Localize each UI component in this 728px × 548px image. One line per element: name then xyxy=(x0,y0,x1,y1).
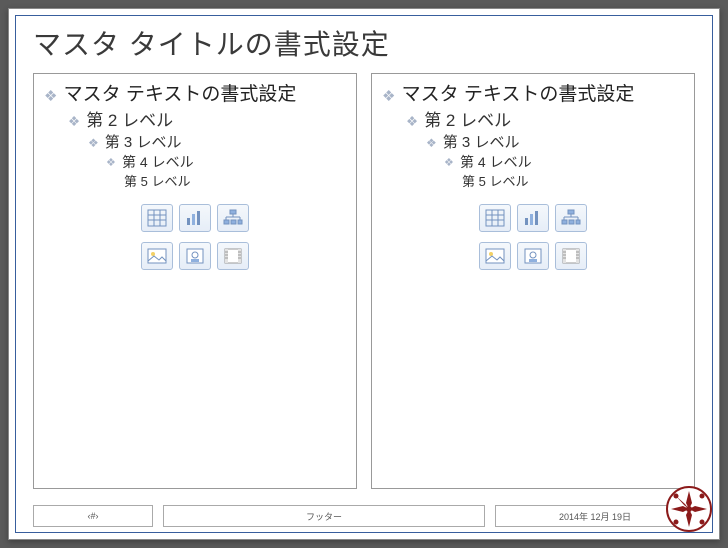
bullet-level-4: ❖ 第 4 レベル xyxy=(444,153,690,173)
insert-smartart-icon[interactable] xyxy=(555,204,587,232)
decorative-seal-icon xyxy=(665,485,713,533)
content-row: ❖ マスタ テキストの書式設定 ❖ 第 2 レベル ❖ 第 3 レベル ❖ 第 4 レベ… xyxy=(33,73,695,489)
insert-chart-icon[interactable] xyxy=(517,204,549,232)
level5-text: 第 5 レベル xyxy=(124,173,190,191)
insert-smartart-icon[interactable] xyxy=(217,204,249,232)
insert-media-icon[interactable] xyxy=(555,242,587,270)
insert-clipart-icon[interactable] xyxy=(179,242,211,270)
content-placeholder-left[interactable]: ❖ マスタ テキストの書式設定 ❖ 第 2 レベル ❖ 第 3 レベル ❖ 第 4 レベ… xyxy=(33,73,357,489)
level2-text: 第 2 レベル xyxy=(424,109,511,133)
content-insert-icons xyxy=(141,204,249,270)
level3-text: 第 3 レベル xyxy=(105,132,182,153)
insert-chart-icon[interactable] xyxy=(179,204,211,232)
content-insert-icons xyxy=(479,204,587,270)
content-placeholder-right[interactable]: ❖ マスタ テキストの書式設定 ❖ 第 2 レベル ❖ 第 3 レベル ❖ 第 4 レベ… xyxy=(371,73,695,489)
diamond-bullet-icon: ❖ xyxy=(68,112,80,131)
bullet-level-2: ❖ 第 2 レベル xyxy=(406,109,690,133)
insert-clipart-icon[interactable] xyxy=(517,242,549,270)
diamond-bullet-icon: ❖ xyxy=(444,156,454,172)
level5-text: 第 5 レベル xyxy=(462,173,528,191)
level4-text: 第 4 レベル xyxy=(122,153,194,173)
insert-media-icon[interactable] xyxy=(217,242,249,270)
bullet-level-1: ❖ マスタ テキストの書式設定 xyxy=(382,82,690,109)
footer-placeholder[interactable]: フッター xyxy=(163,505,485,527)
level2-text: 第 2 レベル xyxy=(86,109,173,133)
footer-row: ‹#› フッター 2014年 12月 19日 xyxy=(33,505,695,527)
slide-number-placeholder[interactable]: ‹#› xyxy=(33,505,153,527)
insert-picture-icon[interactable] xyxy=(141,242,173,270)
insert-table-icon[interactable] xyxy=(141,204,173,232)
title-placeholder[interactable]: マスタ タイトルの書式設定 xyxy=(33,23,695,63)
diamond-bullet-icon: ❖ xyxy=(106,156,116,172)
diamond-bullet-icon: ❖ xyxy=(44,86,58,107)
bullet-level-2: ❖ 第 2 レベル xyxy=(68,109,352,133)
bullet-level-4: ❖ 第 4 レベル xyxy=(106,153,352,173)
insert-table-icon[interactable] xyxy=(479,204,511,232)
bullet-level-3: ❖ 第 3 レベル xyxy=(88,132,352,153)
bullet-level-5: 第 5 レベル xyxy=(124,173,352,191)
diamond-bullet-icon: ❖ xyxy=(406,112,418,131)
level3-text: 第 3 レベル xyxy=(443,132,520,153)
bullet-level-1: ❖ マスタ テキストの書式設定 xyxy=(44,82,352,109)
bullet-level-5: 第 5 レベル xyxy=(462,173,690,191)
bullet-level-3: ❖ 第 3 レベル xyxy=(426,132,690,153)
slide-master: マスタ タイトルの書式設定 ❖ マスタ テキストの書式設定 ❖ 第 2 レベル ❖ 第… xyxy=(8,8,720,540)
level1-text: マスタ テキストの書式設定 xyxy=(402,82,635,109)
level4-text: 第 4 レベル xyxy=(460,153,532,173)
diamond-bullet-icon: ❖ xyxy=(382,86,396,107)
level1-text: マスタ テキストの書式設定 xyxy=(64,82,297,109)
diamond-bullet-icon: ❖ xyxy=(88,135,99,152)
insert-picture-icon[interactable] xyxy=(479,242,511,270)
diamond-bullet-icon: ❖ xyxy=(426,135,437,152)
